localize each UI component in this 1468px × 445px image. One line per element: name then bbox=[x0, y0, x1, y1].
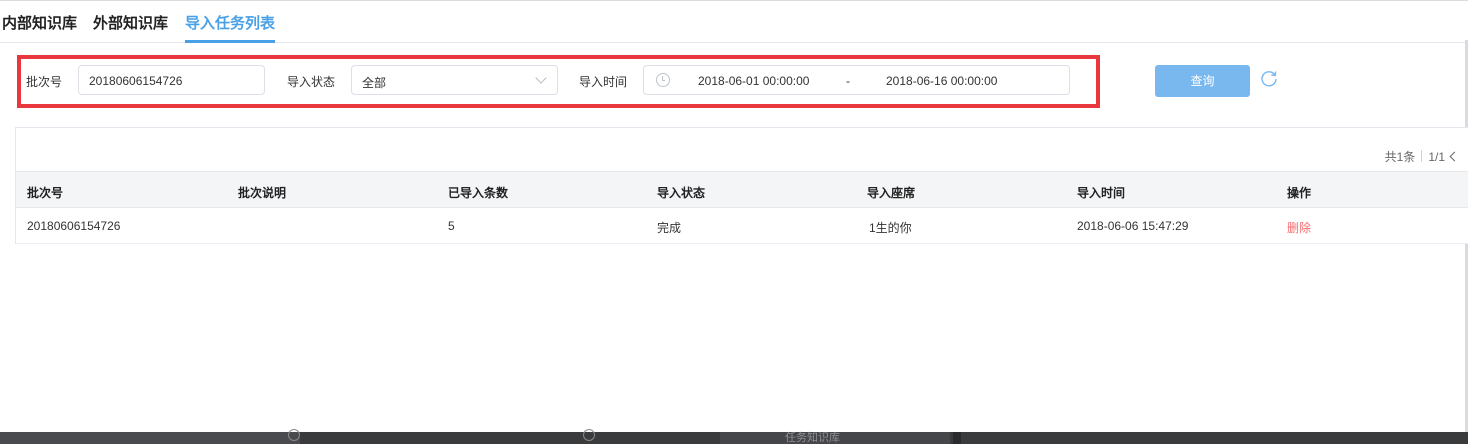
time-end-value[interactable]: 2018-06-16 00:00:00 bbox=[886, 74, 997, 88]
taskbar-segment bbox=[0, 432, 300, 444]
column-header-status: 导入状态 bbox=[657, 186, 706, 200]
chevron-left-icon[interactable] bbox=[1449, 151, 1460, 162]
tab-import-task-list[interactable]: 导入任务列表 bbox=[185, 12, 275, 33]
import-status-select[interactable]: 全部 bbox=[351, 65, 558, 95]
column-header-agent: 导入座席 bbox=[867, 186, 916, 200]
taskbar-divider bbox=[953, 432, 961, 444]
column-header-batch-no: 批次号 bbox=[27, 186, 64, 200]
active-tab-indicator bbox=[185, 40, 275, 43]
cell-imported-count: 5 bbox=[448, 219, 455, 233]
slider-handle-icon[interactable] bbox=[583, 429, 595, 441]
slider-handle-icon[interactable] bbox=[288, 429, 300, 441]
batch-no-input[interactable]: 20180606154726 bbox=[78, 65, 265, 95]
batch-no-value: 20180606154726 bbox=[89, 74, 183, 88]
pagination-total: 共1条 bbox=[1384, 150, 1416, 164]
pagination: 共1条 1/1 bbox=[1384, 148, 1460, 165]
pagination-divider bbox=[1421, 150, 1423, 162]
import-status-label: 导入状态 bbox=[287, 75, 336, 89]
bottom-taskbar: 任务知识库 bbox=[0, 429, 1468, 444]
tab-bar: 内部知识库 外部知识库 导入任务列表 bbox=[0, 0, 1468, 43]
refresh-icon[interactable] bbox=[1259, 69, 1279, 89]
taskbar-label: 任务知识库 bbox=[785, 432, 840, 444]
clock-icon bbox=[656, 73, 670, 87]
tab-internal-kb[interactable]: 内部知识库 bbox=[2, 12, 77, 33]
import-status-value: 全部 bbox=[362, 76, 387, 90]
batch-no-label: 批次号 bbox=[26, 75, 63, 89]
table-row: 20180606154726 5 完成 1生的你 2018-06-06 15:4… bbox=[16, 208, 1468, 244]
cell-agent: 1生的你 bbox=[869, 221, 912, 235]
column-header-description: 批次说明 bbox=[238, 186, 287, 200]
chevron-down-icon bbox=[535, 72, 547, 84]
pagination-page: 1/1 bbox=[1428, 150, 1445, 164]
column-header-imported-count: 已导入条数 bbox=[448, 186, 509, 200]
time-start-value[interactable]: 2018-06-01 00:00:00 bbox=[698, 74, 809, 88]
column-header-time: 导入时间 bbox=[1077, 186, 1126, 200]
cell-batch-no: 20180606154726 bbox=[27, 219, 121, 233]
table-header: 批次号 批次说明 已导入条数 导入状态 导入座席 导入时间 操作 bbox=[16, 171, 1468, 208]
query-button[interactable]: 查询 bbox=[1155, 65, 1250, 97]
cell-time: 2018-06-06 15:47:29 bbox=[1077, 219, 1189, 233]
import-time-range-picker[interactable]: 2018-06-01 00:00:00 - 2018-06-16 00:00:0… bbox=[643, 65, 1070, 95]
time-range-separator: - bbox=[846, 74, 850, 88]
results-panel: 共1条 1/1 批次号 批次说明 已导入条数 导入状态 导入座席 导入时间 操作 … bbox=[15, 127, 1468, 244]
delete-link[interactable]: 删除 bbox=[1287, 219, 1311, 236]
import-time-label: 导入时间 bbox=[579, 75, 628, 89]
tab-external-kb[interactable]: 外部知识库 bbox=[93, 12, 168, 33]
column-header-action: 操作 bbox=[1287, 186, 1312, 200]
cell-status: 完成 bbox=[657, 221, 682, 235]
